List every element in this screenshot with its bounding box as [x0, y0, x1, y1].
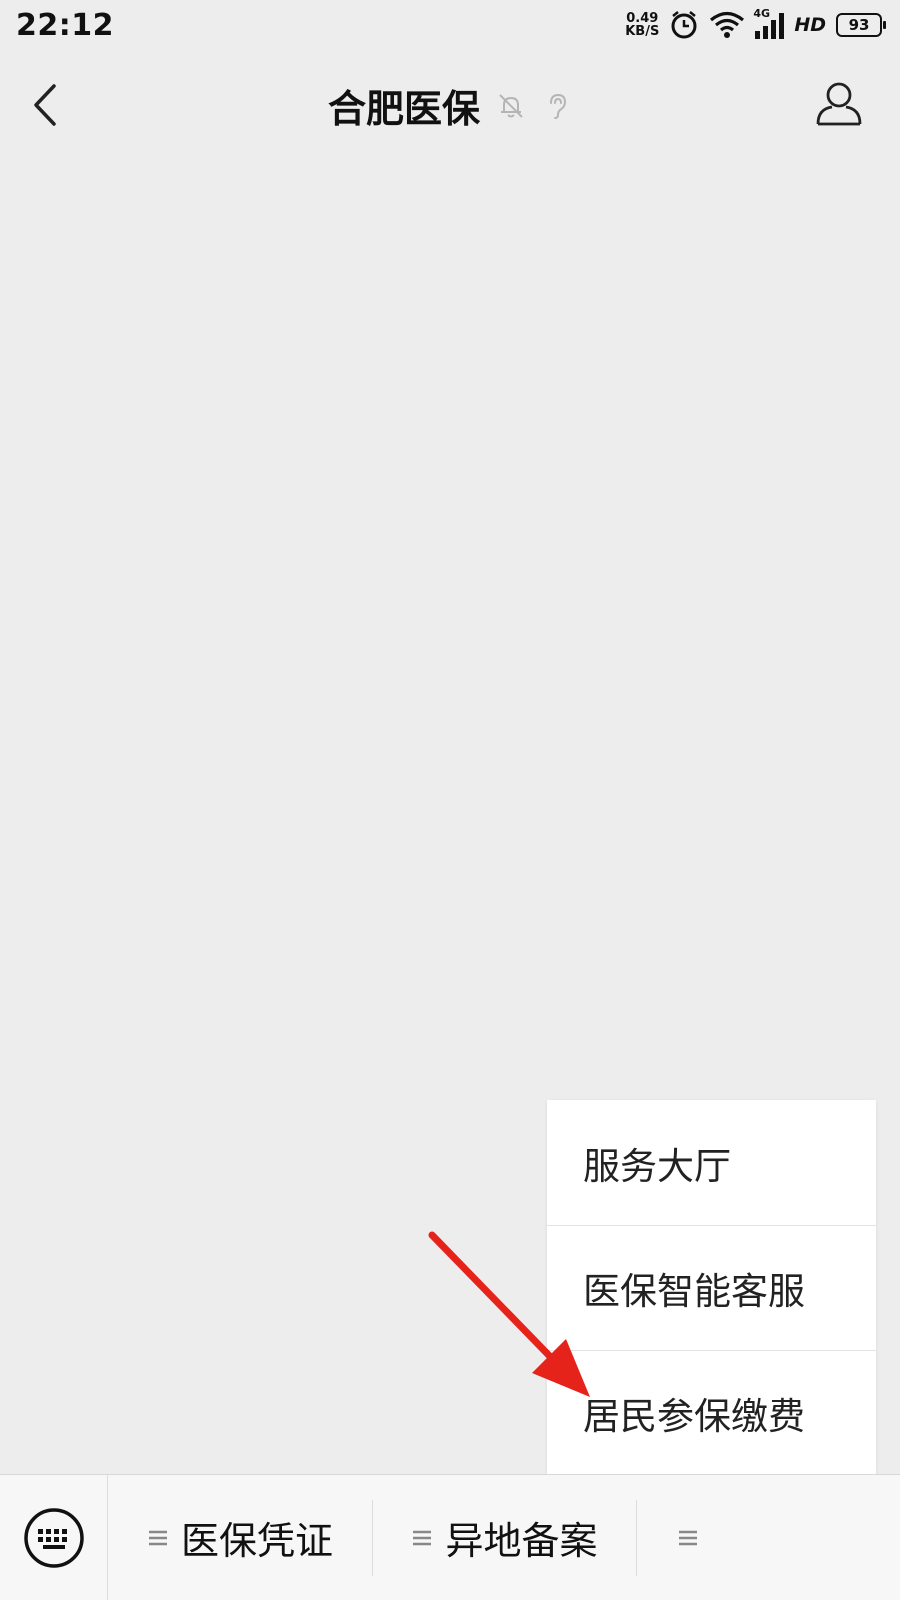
keyboard-icon — [23, 1507, 84, 1568]
signal-bar — [755, 31, 761, 39]
signal-bar — [779, 13, 785, 39]
status-icons: 0.49 KB/S 4G HD 93 — [625, 7, 886, 40]
cellular-signal: 4G — [753, 7, 785, 39]
bottom-menu-bar: 医保凭证 异地备案 — [0, 1474, 900, 1600]
menu-tab-insurance-voucher[interactable]: 医保凭证 — [108, 1500, 372, 1576]
menu-lines-icon — [679, 1530, 697, 1545]
keyboard-toggle-button[interactable] — [0, 1475, 108, 1600]
mute-bell-icon — [499, 93, 523, 118]
status-bar: 22:12 0.49 KB/S 4G HD 93 — [0, 0, 900, 50]
ear-icon — [550, 93, 567, 119]
hd-voice-icon: HD — [794, 14, 826, 36]
profile-icon[interactable] — [814, 78, 864, 128]
network-speed: 0.49 KB/S — [625, 12, 659, 38]
battery-icon: 93 — [836, 13, 886, 37]
battery-level: 93 — [848, 16, 870, 34]
menu-tab-label: 异地备案 — [445, 1519, 598, 1563]
menu-tab-partial[interactable] — [636, 1499, 900, 1576]
annotation-arrow-icon — [428, 1231, 590, 1397]
status-time: 22:12 — [16, 7, 114, 43]
network-speed-unit: KB/S — [625, 24, 660, 39]
menu-lines-icon — [413, 1530, 432, 1545]
network-type-label: 4G — [753, 7, 770, 20]
wifi-icon — [710, 11, 745, 38]
alarm-icon — [671, 11, 697, 39]
menu-tab-offsite-filing[interactable]: 异地备案 — [372, 1499, 636, 1576]
title-group: 合肥医保 — [0, 78, 900, 133]
menu-item-service-hall[interactable]: 服务大厅 — [547, 1100, 876, 1225]
title-bar: 合肥医保 — [0, 52, 900, 156]
menu-lines-icon — [148, 1530, 167, 1545]
page-title: 合肥医保 — [327, 87, 480, 131]
signal-bar — [763, 26, 769, 39]
signal-bar — [771, 20, 777, 39]
menu-tab-label: 医保凭证 — [180, 1519, 333, 1563]
